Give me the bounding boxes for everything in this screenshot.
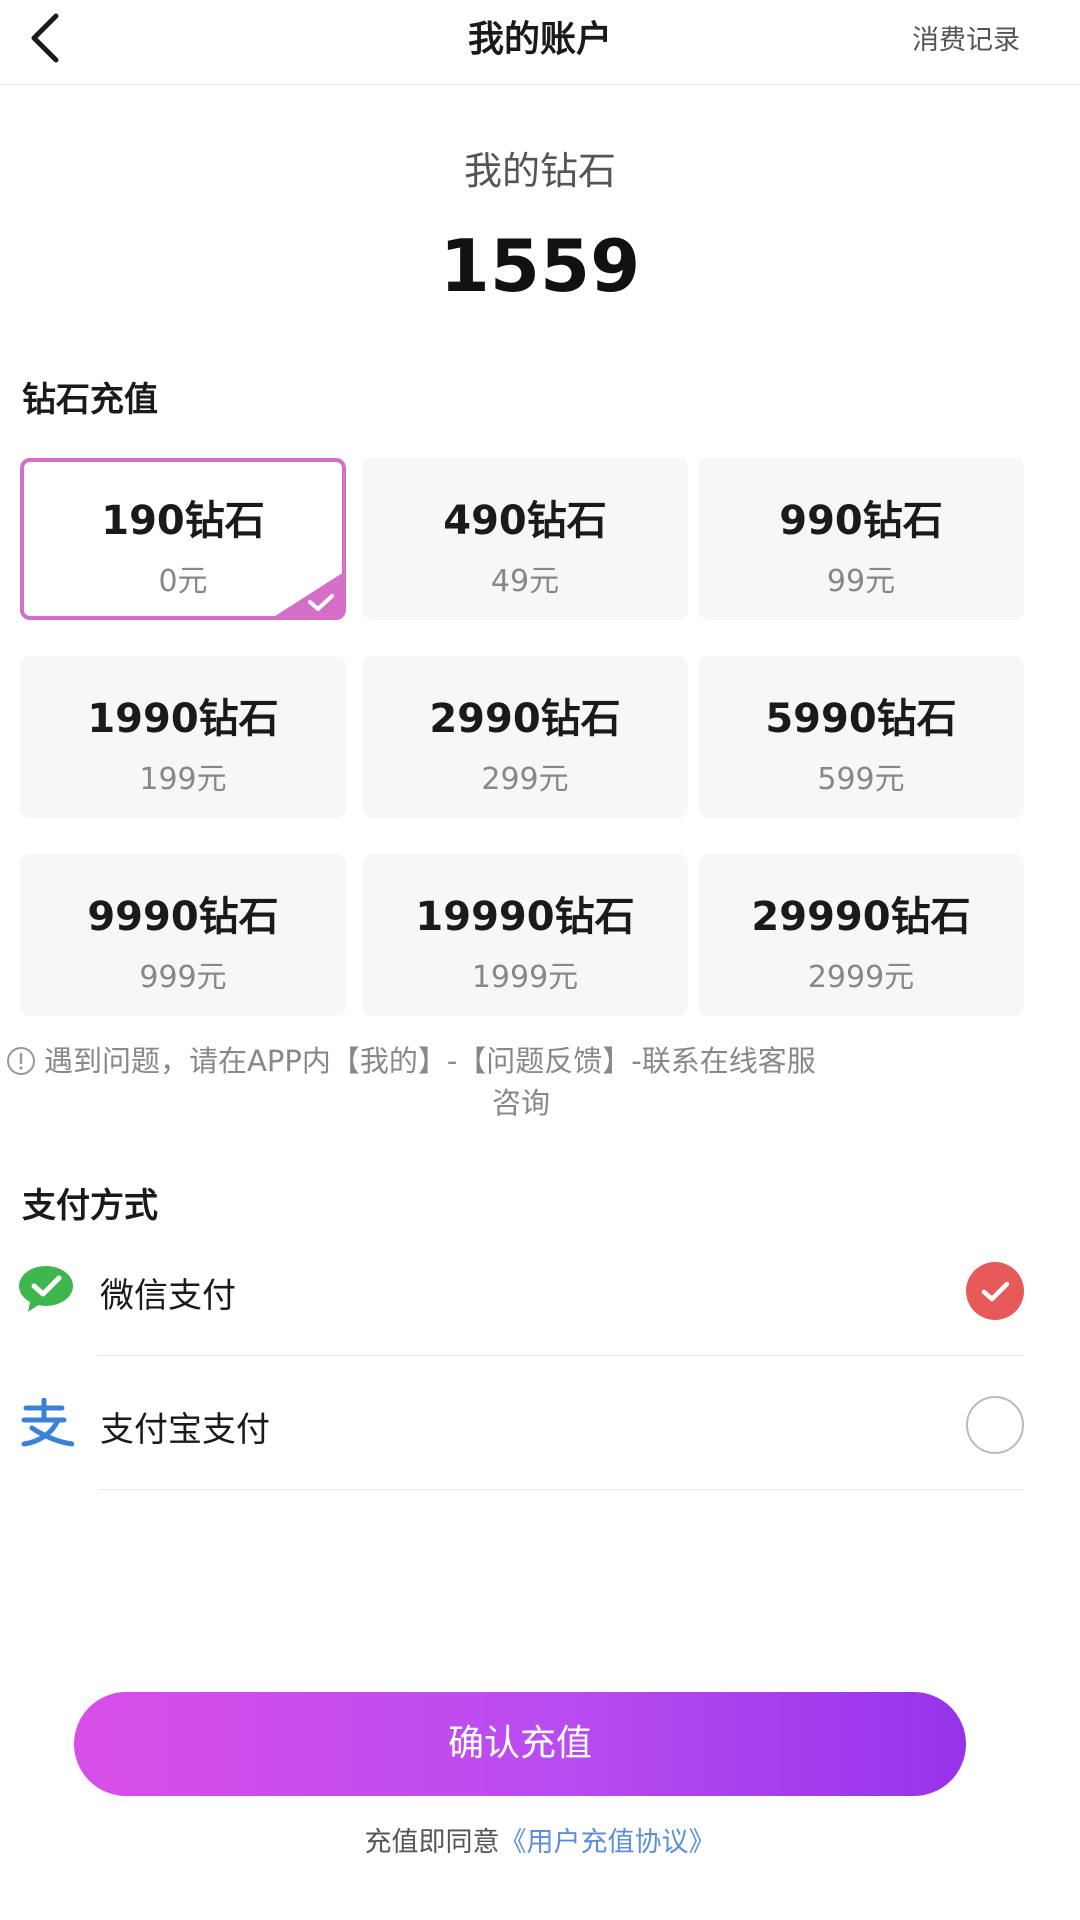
consumption-records-link[interactable]: 消费记录	[912, 18, 1020, 57]
package-amount: 5990钻石	[765, 696, 957, 742]
diamond-balance-value: 1559	[439, 224, 641, 308]
diamond-balance-label: 我的钻石	[463, 149, 616, 193]
package-amount: 19990钻石	[415, 894, 635, 940]
package-price: 2999元	[807, 960, 915, 995]
package-price: 1999元	[471, 960, 579, 995]
package-amount: 1990钻石	[87, 696, 279, 742]
package-amount: 990钻石	[779, 498, 943, 544]
package-card[interactable]: 9990钻石 999元	[20, 854, 346, 1016]
package-price: 49元	[490, 564, 560, 599]
payment-option-label: 支付宝支付	[100, 1410, 270, 1450]
user-recharge-agreement-link[interactable]: 《用户充值协议》	[500, 1827, 716, 1858]
package-price: 299元	[481, 762, 569, 797]
payment-option-label: 微信支付	[100, 1276, 236, 1316]
package-amount: 9990钻石	[87, 894, 279, 940]
package-card[interactable]: 29990钻石 2999元	[698, 854, 1024, 1016]
package-card[interactable]: 1990钻石 199元	[20, 656, 346, 818]
payment-section-title: 支付方式	[22, 1186, 158, 1226]
package-price: 199元	[139, 762, 227, 797]
payment-option-alipay[interactable]: 支付宝支付	[0, 1358, 1080, 1490]
package-price: 99元	[826, 564, 896, 599]
package-price: 599元	[817, 762, 905, 797]
wechat-pay-icon	[19, 1266, 73, 1312]
notice-text-line-1: 遇到问题，请在APP内【我的】-【问题反馈】-联系在线客服	[44, 1044, 816, 1078]
payment-option-wechat[interactable]: 微信支付	[0, 1224, 1080, 1356]
agreement-prefix: 充值即同意	[364, 1827, 500, 1858]
divider	[98, 1489, 1024, 1490]
alipay-icon	[21, 1398, 74, 1447]
notice-text-line-2: 咨询	[491, 1086, 550, 1120]
package-amount: 190钻石	[101, 498, 265, 544]
info-icon	[7, 1047, 35, 1075]
divider	[98, 1355, 1024, 1356]
check-icon	[981, 1281, 1010, 1302]
selected-check-icon	[275, 573, 342, 616]
confirm-recharge-button[interactable]: 确认充值	[74, 1692, 966, 1796]
notice-line-1: 遇到问题，请在APP内【我的】-【问题反馈】-联系在线客服	[6, 1040, 1036, 1082]
package-card[interactable]: 990钻石 99元	[698, 458, 1024, 620]
package-card-selected[interactable]: 190钻石 0元	[20, 458, 346, 620]
package-card[interactable]: 5990钻石 599元	[698, 656, 1024, 818]
package-card[interactable]: 19990钻石 1999元	[362, 854, 688, 1016]
recharge-section-title: 钻石充值	[22, 380, 158, 420]
payment-radio-unselected[interactable]	[966, 1396, 1024, 1454]
package-amount: 2990钻石	[429, 696, 621, 742]
package-amount: 490钻石	[443, 498, 607, 544]
package-price: 999元	[139, 960, 227, 995]
top-nav-bar: 我的账户 消费记录	[0, 0, 1080, 85]
payment-radio-selected[interactable]	[966, 1262, 1024, 1320]
package-amount: 29990钻石	[751, 894, 971, 940]
agreement-text: 充值即同意《用户充值协议》	[0, 1820, 1080, 1859]
package-card[interactable]: 2990钻石 299元	[362, 656, 688, 818]
package-card[interactable]: 490钻石 49元	[362, 458, 688, 620]
help-notice: 遇到问题，请在APP内【我的】-【问题反馈】-联系在线客服 咨询	[6, 1040, 1036, 1124]
